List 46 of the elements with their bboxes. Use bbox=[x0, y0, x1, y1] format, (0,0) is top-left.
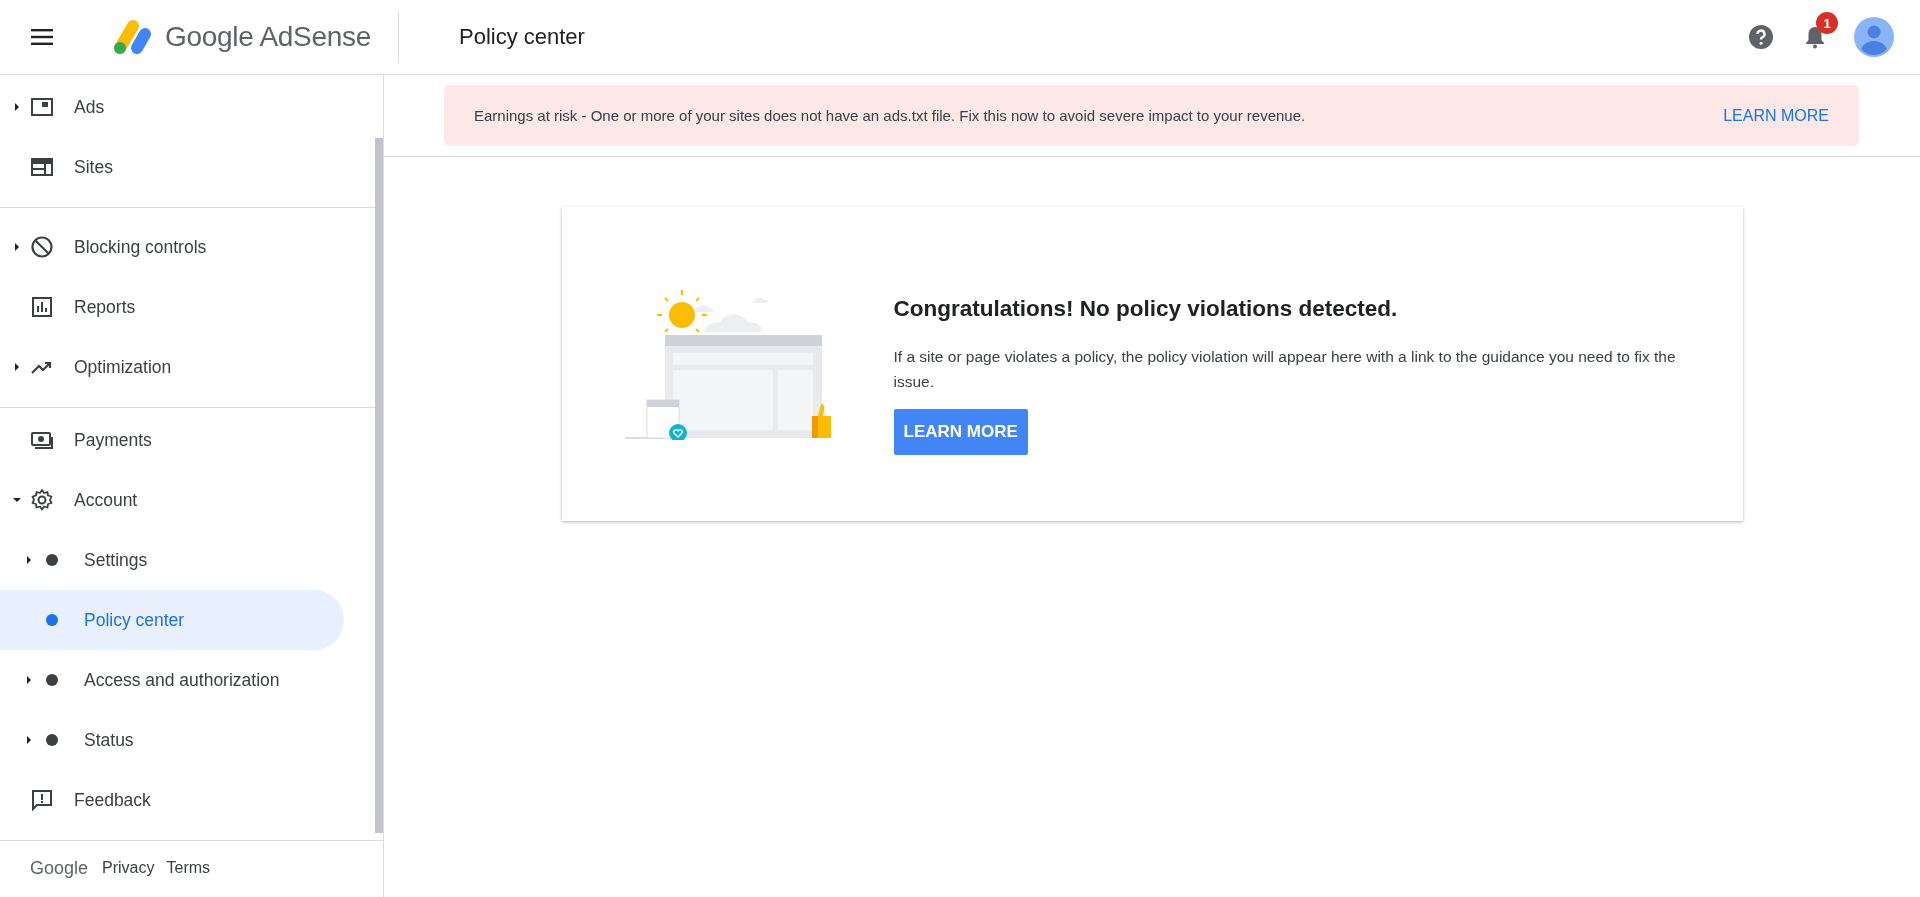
notifications-icon[interactable] bbox=[1804, 24, 1826, 50]
caret-icon[interactable] bbox=[25, 676, 33, 684]
nav-item[interactable]: Access and authorization bbox=[0, 650, 344, 710]
bar-chart-icon bbox=[30, 295, 54, 319]
nav-item[interactable]: Policy center bbox=[0, 590, 344, 650]
menu-icon[interactable] bbox=[31, 29, 53, 45]
nav-item[interactable]: Sites bbox=[0, 137, 344, 197]
dot-icon bbox=[46, 674, 58, 686]
help-icon[interactable] bbox=[1748, 24, 1774, 50]
dot-icon bbox=[46, 734, 58, 746]
nav-item[interactable]: Status bbox=[0, 710, 344, 770]
nav-item[interactable]: Payments bbox=[0, 410, 344, 470]
caret-icon[interactable] bbox=[25, 556, 33, 564]
nav-item[interactable]: Account bbox=[0, 470, 344, 530]
nav-item[interactable]: Settings bbox=[0, 530, 344, 590]
block-icon bbox=[30, 235, 54, 259]
banner-message: Earnings at risk - One or more of your sites does not have an ads.txt file. Fix this now to avoid severe impact to your revenue. bbox=[474, 107, 1306, 124]
nav-item[interactable]: Ads bbox=[0, 77, 344, 137]
footer-link[interactable]: Privacy bbox=[102, 859, 155, 877]
card-title: Congratulations! No policy violations detected. bbox=[893, 296, 1399, 322]
sites-icon bbox=[30, 155, 54, 179]
learn-more-link[interactable]: LEARN MORE bbox=[1723, 106, 1829, 125]
nav-item[interactable]: Optimization bbox=[0, 337, 344, 397]
caret-icon[interactable] bbox=[12, 496, 21, 504]
scrollbar[interactable] bbox=[375, 138, 383, 833]
google-brand: Google bbox=[30, 857, 89, 879]
caret-icon[interactable] bbox=[12, 103, 21, 111]
avatar-icon[interactable] bbox=[1854, 17, 1894, 57]
caret-icon[interactable] bbox=[12, 243, 21, 251]
feedback-icon bbox=[30, 788, 54, 812]
ads-icon bbox=[30, 95, 54, 119]
page-title: Policy center bbox=[458, 24, 585, 50]
logo-icon bbox=[111, 19, 153, 55]
nav-item[interactable]: Feedback bbox=[0, 770, 344, 830]
caret-icon[interactable] bbox=[12, 363, 21, 371]
notification-count: 1 bbox=[1816, 12, 1838, 34]
learn-more-button[interactable]: LEARN MORE bbox=[893, 409, 1028, 455]
product-name: Google AdSense bbox=[165, 21, 371, 53]
dot-icon bbox=[46, 554, 58, 566]
card-description: If a site or page violates a policy, the policy violation will appear here with a link to the guidance you need to fix the issue. bbox=[893, 347, 1677, 392]
footer-link[interactable]: Terms bbox=[166, 859, 211, 877]
nav-item[interactable]: Reports bbox=[0, 277, 344, 337]
dot-icon bbox=[46, 614, 58, 626]
caret-icon[interactable] bbox=[25, 736, 33, 744]
gear-icon bbox=[30, 488, 54, 512]
nav-item[interactable]: Blocking controls bbox=[0, 217, 344, 277]
